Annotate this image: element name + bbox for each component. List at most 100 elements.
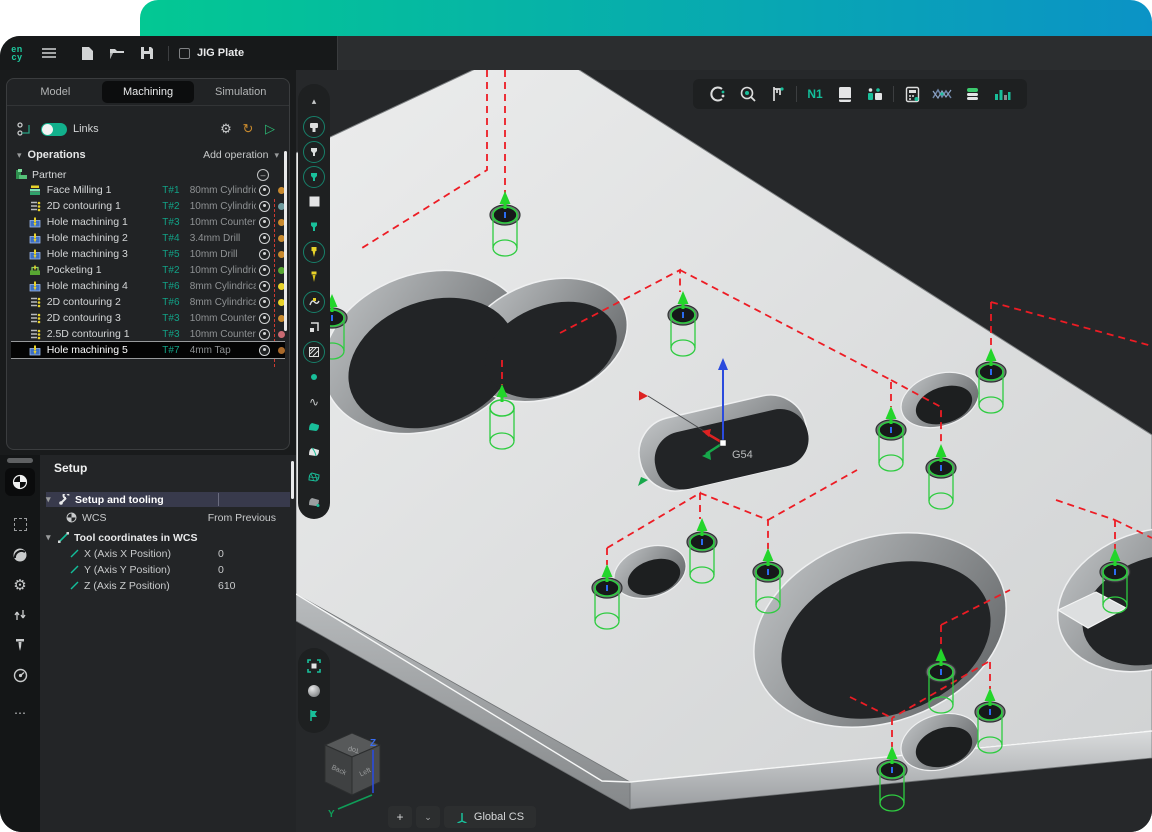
global-cs-button[interactable]: Global CS — [444, 806, 536, 828]
open-folder-icon — [109, 47, 125, 60]
show-solids-button[interactable] — [301, 489, 327, 514]
operation-radio-icon[interactable] — [259, 313, 270, 324]
save-project-button[interactable] — [132, 41, 162, 65]
show-head-button[interactable] — [301, 164, 327, 189]
axis-x-value[interactable]: 0 — [218, 548, 224, 560]
setup-scrollbar[interactable] — [291, 461, 294, 499]
toolpath-analysis-button[interactable] — [927, 81, 957, 107]
operation-row[interactable]: Hole machining 2T#43.4mm Drill — [11, 230, 285, 246]
operation-radio-icon[interactable] — [259, 281, 270, 292]
operation-row[interactable]: Hole machining 4T#68mm Cylindrical — [11, 278, 285, 294]
operation-radio-icon[interactable] — [259, 329, 270, 340]
main-menu-button[interactable] — [34, 41, 64, 65]
recalculate-button[interactable]: ↻ — [237, 120, 259, 138]
operation-radio-icon[interactable] — [259, 345, 270, 356]
tab-simulation[interactable]: Simulation — [194, 81, 287, 103]
show-faces-button[interactable] — [301, 439, 327, 464]
show-mesh-button[interactable] — [301, 464, 327, 489]
feeds-speeds-button[interactable] — [5, 661, 35, 689]
axes-limits-button[interactable] — [5, 601, 35, 629]
more-tools-button[interactable]: ⋯ — [5, 699, 35, 727]
rotary-machining-button[interactable] — [703, 81, 733, 107]
operation-group-row[interactable]: Partner – — [11, 167, 285, 182]
show-workpiece-button[interactable] — [301, 314, 327, 339]
operation-row[interactable]: Pocketing 1T#210mm Cylindrica — [11, 262, 285, 278]
new-project-button[interactable] — [72, 41, 102, 65]
setup-tooling-row[interactable]: ▾ Setup and tooling — [46, 492, 290, 507]
operation-row[interactable]: Hole machining 1T#310mm Countersi — [11, 214, 285, 230]
measure-button[interactable] — [763, 81, 793, 107]
show-stock-button[interactable] — [301, 189, 327, 214]
tooling-button[interactable] — [5, 631, 35, 659]
links-toggle[interactable] — [41, 123, 67, 136]
show-fixture-button[interactable] — [301, 214, 327, 239]
calculator-button[interactable] — [897, 81, 927, 107]
machine-settings-button[interactable]: ⚙ — [5, 571, 35, 599]
viewport-3d-scene[interactable]: G54 Top Back Left Z Y — [296, 70, 1152, 832]
axis-z-value[interactable]: 610 — [218, 580, 236, 592]
axis-z-row[interactable]: Z (Axis Z Position) 610 — [46, 578, 290, 593]
operation-row[interactable]: Face Milling 1T#180mm Cylindrica — [11, 182, 285, 198]
operation-radio-icon[interactable] — [259, 217, 270, 228]
operation-radio-icon[interactable] — [259, 297, 270, 308]
shading-mode-button[interactable] — [301, 678, 327, 703]
axis-y-row[interactable]: Y (Axis Y Position) 0 — [46, 562, 290, 577]
show-tool-button[interactable] — [301, 239, 327, 264]
show-holder-button[interactable] — [301, 264, 327, 289]
stock-layers-button[interactable] — [957, 81, 987, 107]
operation-radio-icon[interactable] — [259, 265, 270, 276]
operations-scrollbar[interactable] — [284, 151, 287, 331]
add-cs-button[interactable]: + — [388, 806, 412, 828]
settings-button[interactable]: ⚙ — [215, 120, 237, 138]
statistics-button[interactable] — [987, 81, 1017, 107]
operation-row[interactable]: 2D contouring 2T#68mm Cylindrical — [11, 294, 285, 310]
collapse-operations-icon[interactable]: ▾ — [17, 150, 22, 161]
operation-row[interactable]: 2D contouring 3T#310mm Countersi — [11, 310, 285, 326]
open-project-button[interactable] — [102, 41, 132, 65]
wcs-tool-button[interactable] — [5, 468, 35, 496]
operation-row[interactable]: Hole machining 3T#510mm Drill — [11, 246, 285, 262]
show-toolpath-button[interactable] — [301, 289, 327, 314]
zoom-fit-button[interactable] — [301, 653, 327, 678]
workpiece-button[interactable] — [5, 510, 35, 538]
collapse-group-icon[interactable]: – — [257, 169, 269, 181]
operation-name: 2D contouring 1 — [47, 200, 163, 212]
operation-row[interactable]: Hole machining 5T#74mm Tap — [11, 342, 285, 358]
operation-radio-icon[interactable] — [259, 233, 270, 244]
operation-radio-icon[interactable] — [259, 249, 270, 260]
document-checkbox[interactable] — [179, 48, 190, 59]
tool-coords-header[interactable]: ▾ Tool coordinates in WCS — [46, 530, 290, 545]
nc-program-button[interactable]: N1 — [800, 81, 830, 107]
add-operation-button[interactable]: Add operation▾ — [203, 149, 279, 161]
stock-cube-icon — [309, 196, 320, 207]
strip-handle[interactable] — [7, 458, 33, 463]
show-surfaces-button[interactable] — [301, 414, 327, 439]
operation-name: 2D contouring 3 — [47, 312, 163, 324]
show-points-button[interactable] — [301, 364, 327, 389]
tab-machining[interactable]: Machining — [102, 81, 195, 103]
workpiece-view-button[interactable] — [830, 81, 860, 107]
wcs-row[interactable]: WCS From Previous — [46, 510, 290, 525]
operation-radio-icon[interactable] — [259, 201, 270, 212]
operation-row[interactable]: 2D contouring 1T#210mm Cylindrica — [11, 198, 285, 214]
show-result-button[interactable] — [301, 339, 327, 364]
app-logo[interactable]: ency — [0, 45, 34, 61]
tab-model[interactable]: Model — [9, 81, 102, 103]
collapse-toolbar-button[interactable]: ▴ — [301, 89, 327, 114]
axis-y-value[interactable]: 0 — [218, 564, 224, 576]
show-machine-button[interactable] — [301, 114, 327, 139]
probe-button[interactable] — [733, 81, 763, 107]
machine-view-button[interactable] — [860, 81, 890, 107]
operation-radio-icon[interactable] — [259, 185, 270, 196]
axis-x-row[interactable]: X (Axis X Position) 0 — [46, 546, 290, 561]
show-curves-button[interactable]: ∿ — [301, 389, 327, 414]
cs-dropdown-button[interactable]: ⌄ — [416, 806, 440, 828]
wcs-value[interactable]: From Previous — [208, 512, 276, 524]
operation-row[interactable]: 2.5D contouring 1T#310mm Countersi — [11, 326, 285, 342]
show-spindle-button[interactable] — [301, 139, 327, 164]
hatched-square-icon — [308, 346, 320, 358]
run-button[interactable]: ▷ — [259, 120, 281, 138]
setup-title: Setup — [54, 461, 87, 475]
turning-setup-button[interactable] — [5, 541, 35, 569]
section-view-button[interactable] — [301, 703, 327, 728]
